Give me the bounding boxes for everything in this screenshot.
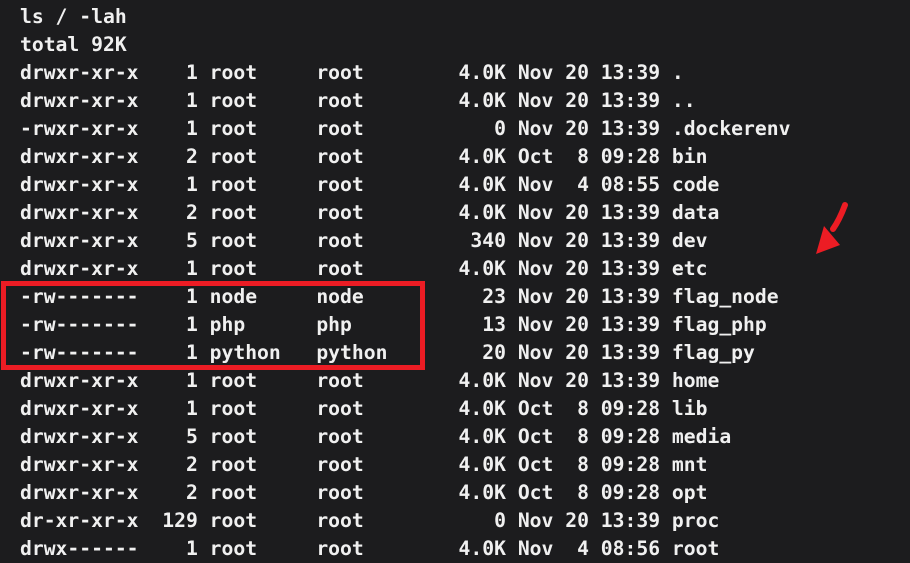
terminal-line: drwxr-xr-x 5 root root 4.0K Oct 8 09:28 …: [20, 423, 790, 451]
arrow-shaft: [833, 205, 845, 229]
terminal-line: -rwxr-xr-x 1 root root 0 Nov 20 13:39 .d…: [20, 115, 790, 143]
terminal-line: -rw------- 1 node node 23 Nov 20 13:39 f…: [20, 283, 790, 311]
terminal-line: drwxr-xr-x 2 root root 4.0K Oct 8 09:28 …: [20, 143, 790, 171]
terminal-line: drwx------ 1 root root 4.0K Nov 4 08:56 …: [20, 535, 790, 563]
terminal-line: drwxr-xr-x 1 root root 4.0K Oct 8 09:28 …: [20, 395, 790, 423]
arrow-head: [816, 226, 840, 254]
terminal-line: drwxr-xr-x 5 root root 340 Nov 20 13:39 …: [20, 227, 790, 255]
terminal-line: drwxr-xr-x 1 root root 4.0K Nov 4 08:55 …: [20, 171, 790, 199]
terminal-line: drwxr-xr-x 2 root root 4.0K Oct 8 09:28 …: [20, 479, 790, 507]
terminal-line: total 92K: [20, 31, 790, 59]
terminal-line: drwxr-xr-x 1 root root 4.0K Nov 20 13:39…: [20, 87, 790, 115]
terminal-line: -rw------- 1 php php 13 Nov 20 13:39 fla…: [20, 311, 790, 339]
terminal-line: drwxr-xr-x 2 root root 4.0K Oct 8 09:28 …: [20, 451, 790, 479]
terminal-line: ls / -lah: [20, 3, 790, 31]
terminal-line: drwxr-xr-x 1 root root 4.0K Nov 20 13:39…: [20, 255, 790, 283]
terminal-line: -rw------- 1 python python 20 Nov 20 13:…: [20, 339, 790, 367]
terminal-window[interactable]: ls / -lahtotal 92Kdrwxr-xr-x 1 root root…: [0, 0, 910, 563]
terminal-line: dr-xr-xr-x 129 root root 0 Nov 20 13:39 …: [20, 507, 790, 535]
terminal-line: drwxr-xr-x 2 root root 4.0K Nov 20 13:39…: [20, 199, 790, 227]
terminal-output: ls / -lahtotal 92Kdrwxr-xr-x 1 root root…: [20, 3, 790, 563]
red-arrow-icon: [800, 195, 860, 265]
terminal-line: drwxr-xr-x 1 root root 4.0K Nov 20 13:39…: [20, 367, 790, 395]
terminal-line: drwxr-xr-x 1 root root 4.0K Nov 20 13:39…: [20, 59, 790, 87]
